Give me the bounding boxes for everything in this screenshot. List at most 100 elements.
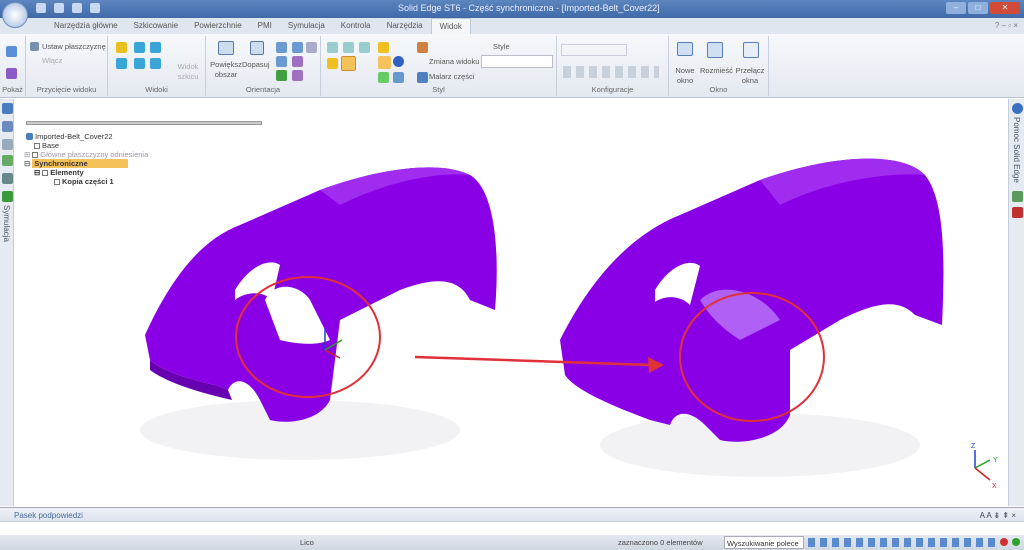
tree-node-elements[interactable]: ⊟ Elementy — [34, 168, 84, 177]
redo-icon[interactable] — [72, 3, 82, 13]
doc-window-controls[interactable]: ? – ▫ × — [995, 21, 1018, 30]
tab-powierzchnie[interactable]: Powierzchnie — [186, 18, 250, 34]
change-view-button[interactable]: Zmiana widoku — [429, 57, 479, 67]
background-icon[interactable] — [417, 42, 428, 53]
group-label: Orientacja — [245, 85, 281, 94]
group-styl: Zmiana widoku Malarz części Style Styl — [321, 36, 557, 96]
globe-icon[interactable] — [393, 56, 404, 67]
node-label: Elementy — [50, 168, 84, 177]
tab-narzedzia[interactable]: Narzędzia — [379, 18, 431, 34]
view-iso-icon[interactable] — [116, 42, 127, 53]
style-button[interactable]: Style — [493, 42, 510, 52]
arrange-icon — [707, 42, 723, 58]
simulation-tab[interactable]: Symulacja — [2, 205, 11, 242]
enable-button[interactable]: Włącz — [42, 56, 62, 66]
view-controls[interactable] — [808, 538, 998, 547]
command-search-input[interactable]: Wyszukiwanie polece — [724, 536, 804, 549]
view-front-icon[interactable] — [134, 58, 145, 69]
go-icon[interactable] — [1012, 538, 1020, 546]
minimize-button[interactable]: – — [946, 2, 966, 14]
pathfinder-splitter[interactable] — [26, 121, 262, 125]
tree-node-base[interactable]: Base — [34, 141, 59, 150]
pathfinder-icon[interactable] — [2, 103, 13, 114]
configuration-tools[interactable] — [563, 66, 659, 78]
node-label: Synchroniczne — [32, 159, 128, 168]
3d-viewport[interactable]: Z Y X — [14, 99, 1008, 506]
ribbon: Pokaż Ustaw płaszczyznę Włącz Przycięcie… — [0, 34, 1024, 98]
shaded-icon[interactable] — [327, 58, 338, 69]
rotate-icon[interactable] — [306, 42, 317, 53]
close-button[interactable]: ✕ — [990, 2, 1020, 14]
view-bottom-icon[interactable] — [150, 58, 161, 69]
hint-bar-controls[interactable]: A A ⇟ ⇞ × — [980, 511, 1016, 520]
new-window-button[interactable]: Nowe okno — [673, 66, 697, 86]
group-label: Styl — [432, 85, 445, 94]
sketch-view-button[interactable]: Widok szkicu — [174, 62, 202, 82]
named-views-icon[interactable] — [292, 70, 303, 81]
options-icon[interactable] — [90, 3, 100, 13]
application-button[interactable] — [2, 2, 28, 28]
selection-mode: Lico — [300, 538, 314, 547]
switch-window-icon — [743, 42, 759, 58]
group-label: Widoki — [145, 85, 168, 94]
view-top-icon[interactable] — [134, 42, 145, 53]
tab-widok[interactable]: Widok — [430, 18, 471, 34]
refresh-icon[interactable] — [276, 70, 287, 81]
tab-szkicowanie[interactable]: Szkicowanie — [126, 18, 186, 34]
quick-access-toolbar — [36, 3, 100, 13]
checkbox[interactable] — [54, 178, 60, 185]
shaded-edges-icon[interactable] — [341, 56, 356, 71]
save-icon[interactable] — [36, 3, 46, 13]
set-plane-button[interactable]: Ustaw płaszczyznę — [42, 42, 106, 52]
status-bar: Lico zaznaczono 0 elementów — [0, 535, 1024, 550]
render-icon[interactable] — [378, 56, 391, 69]
arrange-button[interactable]: Rozmieść — [700, 66, 733, 76]
youtube-icon[interactable] — [1012, 207, 1023, 218]
help-icon[interactable] — [1012, 103, 1023, 114]
group-konfiguracje: Konfiguracje — [557, 36, 669, 96]
tree-node-planes[interactable]: ⊞ Główne płaszczyzny odniesienia — [24, 150, 148, 159]
tree-node-root[interactable]: Imported-Belt_Cover22 — [26, 132, 113, 141]
grid-icon[interactable] — [2, 155, 13, 166]
show-parts-icon[interactable] — [6, 68, 17, 79]
tab-kontrola[interactable]: Kontrola — [333, 18, 379, 34]
restore-button[interactable]: □ — [968, 2, 988, 14]
configuration-select[interactable] — [561, 44, 627, 56]
zoom-area-button[interactable]: Powiększ obszar — [208, 60, 244, 80]
view-orient-icon[interactable] — [276, 56, 287, 67]
stop-icon[interactable] — [1000, 538, 1008, 546]
checkbox[interactable] — [32, 151, 39, 158]
tools-icon[interactable] — [2, 121, 13, 132]
sensors-icon[interactable] — [2, 173, 13, 184]
simulation-icon[interactable] — [2, 191, 13, 202]
show-icon[interactable] — [6, 46, 17, 57]
switch-window-button[interactable]: Przełącz okna — [735, 66, 765, 86]
visible-edges-icon[interactable] — [359, 42, 370, 53]
layers-icon[interactable] — [2, 139, 13, 150]
community-icon[interactable] — [1012, 191, 1023, 202]
checkbox[interactable] — [34, 142, 40, 149]
group-orientacja: Powiększ obszar Dopasuj Orientacja — [206, 36, 321, 96]
view-right-icon[interactable] — [116, 58, 127, 69]
tree-node-part-copy[interactable]: Kopia części 1 — [54, 177, 114, 186]
checkbox[interactable] — [42, 169, 49, 176]
tab-symulacja[interactable]: Symulacja — [280, 18, 333, 34]
zoom-icon[interactable] — [276, 42, 287, 53]
view-tool-icon[interactable] — [393, 72, 404, 83]
part-painter-button[interactable]: Malarz części — [429, 72, 474, 82]
hidden-edges-icon[interactable] — [343, 42, 354, 53]
triad-z-label: Z — [971, 443, 976, 450]
tree-node-synchronous[interactable]: ⊟ Synchroniczne — [24, 159, 128, 168]
style-icon[interactable] — [378, 42, 389, 53]
style-select[interactable] — [481, 55, 553, 68]
tab-pmi[interactable]: PMI — [250, 18, 280, 34]
wireframe-icon[interactable] — [327, 42, 338, 53]
view-left-icon[interactable] — [150, 42, 161, 53]
fit-button[interactable]: Dopasuj — [242, 60, 270, 70]
tab-narzedzia-glowne[interactable]: Narzędzia główne — [46, 18, 126, 34]
spin-icon[interactable] — [292, 56, 303, 67]
help-tab[interactable]: Pomoc Solid Edge — [1012, 117, 1021, 183]
display-icon[interactable] — [378, 72, 389, 83]
pan-icon[interactable] — [292, 42, 303, 53]
undo-icon[interactable] — [54, 3, 64, 13]
